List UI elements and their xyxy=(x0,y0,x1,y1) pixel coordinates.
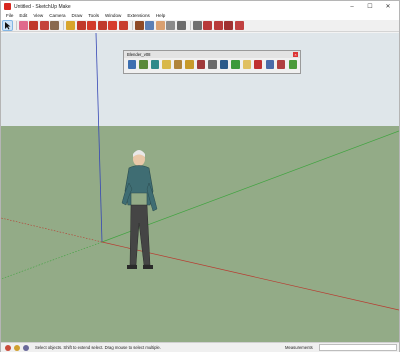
offset-icon[interactable] xyxy=(97,21,107,30)
floating-toolbar-title: Blender_v08 xyxy=(127,52,151,57)
push-pull-icon[interactable] xyxy=(50,21,60,30)
toolbar-separator xyxy=(131,21,133,30)
status-message: Select objects. Shift to extend select. … xyxy=(35,345,161,350)
pencil-icon[interactable] xyxy=(29,21,39,30)
menu-help[interactable]: Help xyxy=(153,12,168,20)
send-to-layout-icon[interactable] xyxy=(224,21,234,30)
blender-note-icon[interactable] xyxy=(162,60,171,69)
figure-left-shoe xyxy=(127,265,137,269)
floating-toolbar-close-button[interactable]: × xyxy=(293,52,298,57)
modeling-viewport[interactable] xyxy=(1,33,399,342)
eraser-icon[interactable] xyxy=(18,21,28,30)
window-controls: – ☐ ✕ xyxy=(343,1,397,12)
previous-view-icon[interactable] xyxy=(192,21,202,30)
zoom-extents-icon[interactable] xyxy=(176,21,186,30)
menu-tools[interactable]: Tools xyxy=(85,12,102,20)
figure-right-shoe xyxy=(143,265,153,269)
geo-location-icon[interactable] xyxy=(5,344,11,351)
status-bar: Select objects. Shift to extend select. … xyxy=(1,342,399,352)
follow-me-icon[interactable] xyxy=(108,21,118,30)
menu-view[interactable]: View xyxy=(30,12,46,20)
blender-help-icon[interactable] xyxy=(288,60,297,69)
menu-window[interactable]: Window xyxy=(102,12,124,20)
scale-icon[interactable] xyxy=(118,21,128,30)
blender-run-icon[interactable] xyxy=(128,60,137,69)
extension-warehouse-icon[interactable] xyxy=(213,21,223,30)
select-tool-icon[interactable] xyxy=(2,20,13,31)
measurements-input[interactable] xyxy=(319,344,397,351)
menu-bar: File Edit View Camera Draw Tools Window … xyxy=(1,12,399,20)
instructor-icon[interactable] xyxy=(23,344,29,351)
blender-film-icon[interactable] xyxy=(254,60,263,69)
menu-extensions[interactable]: Extensions xyxy=(124,12,152,20)
rotate-icon[interactable] xyxy=(87,21,97,30)
blender-leaf-icon[interactable] xyxy=(231,60,240,69)
blender-floating-toolbar[interactable]: Blender_v08 × xyxy=(123,50,301,74)
maximize-button[interactable]: ☐ xyxy=(361,1,379,12)
toolbar-separator xyxy=(62,21,64,30)
menu-draw[interactable]: Draw xyxy=(69,12,86,20)
zoom-icon[interactable] xyxy=(166,21,176,30)
pan-icon[interactable] xyxy=(155,21,165,30)
blender-settings-icon[interactable] xyxy=(277,60,286,69)
paint-bucket-icon[interactable] xyxy=(134,21,144,30)
blender-bucket-icon[interactable] xyxy=(173,60,183,69)
ground-plane xyxy=(1,126,399,342)
sketchup-window: Untitled - SketchUp Make – ☐ ✕ File Edit… xyxy=(0,0,400,352)
menu-file[interactable]: File xyxy=(3,12,16,20)
blender-book-icon[interactable] xyxy=(196,60,206,69)
close-button[interactable]: ✕ xyxy=(379,1,397,12)
blender-component-icon[interactable] xyxy=(208,60,217,69)
floating-toolbar-buttons xyxy=(124,58,300,69)
move-icon[interactable] xyxy=(76,21,86,30)
extension-manager-icon[interactable] xyxy=(234,21,244,30)
minimize-button[interactable]: – xyxy=(343,1,361,12)
blender-lamp-icon[interactable] xyxy=(185,60,194,69)
sketchup-app-icon xyxy=(4,3,11,10)
blender-sphere-icon[interactable] xyxy=(139,60,148,69)
getting-started-toolbar xyxy=(1,20,399,32)
floating-toolbar-title-bar[interactable]: Blender_v08 × xyxy=(124,51,300,58)
orbit-icon[interactable] xyxy=(145,21,155,30)
title-bar[interactable]: Untitled - SketchUp Make – ☐ ✕ xyxy=(1,1,399,12)
toolbar-separator xyxy=(189,21,191,30)
blender-panel-icon[interactable] xyxy=(265,60,274,69)
measurements-label: Measurements xyxy=(285,345,313,350)
window-title: Untitled - SketchUp Make xyxy=(14,3,71,10)
scene-canvas[interactable] xyxy=(1,33,399,342)
tape-measure-icon[interactable] xyxy=(65,21,75,30)
menu-edit[interactable]: Edit xyxy=(16,12,30,20)
warehouse-icon[interactable] xyxy=(203,21,213,30)
blender-eye-icon[interactable] xyxy=(219,60,229,69)
credits-icon[interactable] xyxy=(14,344,20,351)
toolbar-separator xyxy=(15,21,17,30)
sky xyxy=(1,33,399,126)
blender-cloud-icon[interactable] xyxy=(242,60,251,69)
menu-camera[interactable]: Camera xyxy=(46,12,68,20)
blender-globe-icon[interactable] xyxy=(150,60,160,69)
shapes-icon[interactable] xyxy=(39,21,49,30)
